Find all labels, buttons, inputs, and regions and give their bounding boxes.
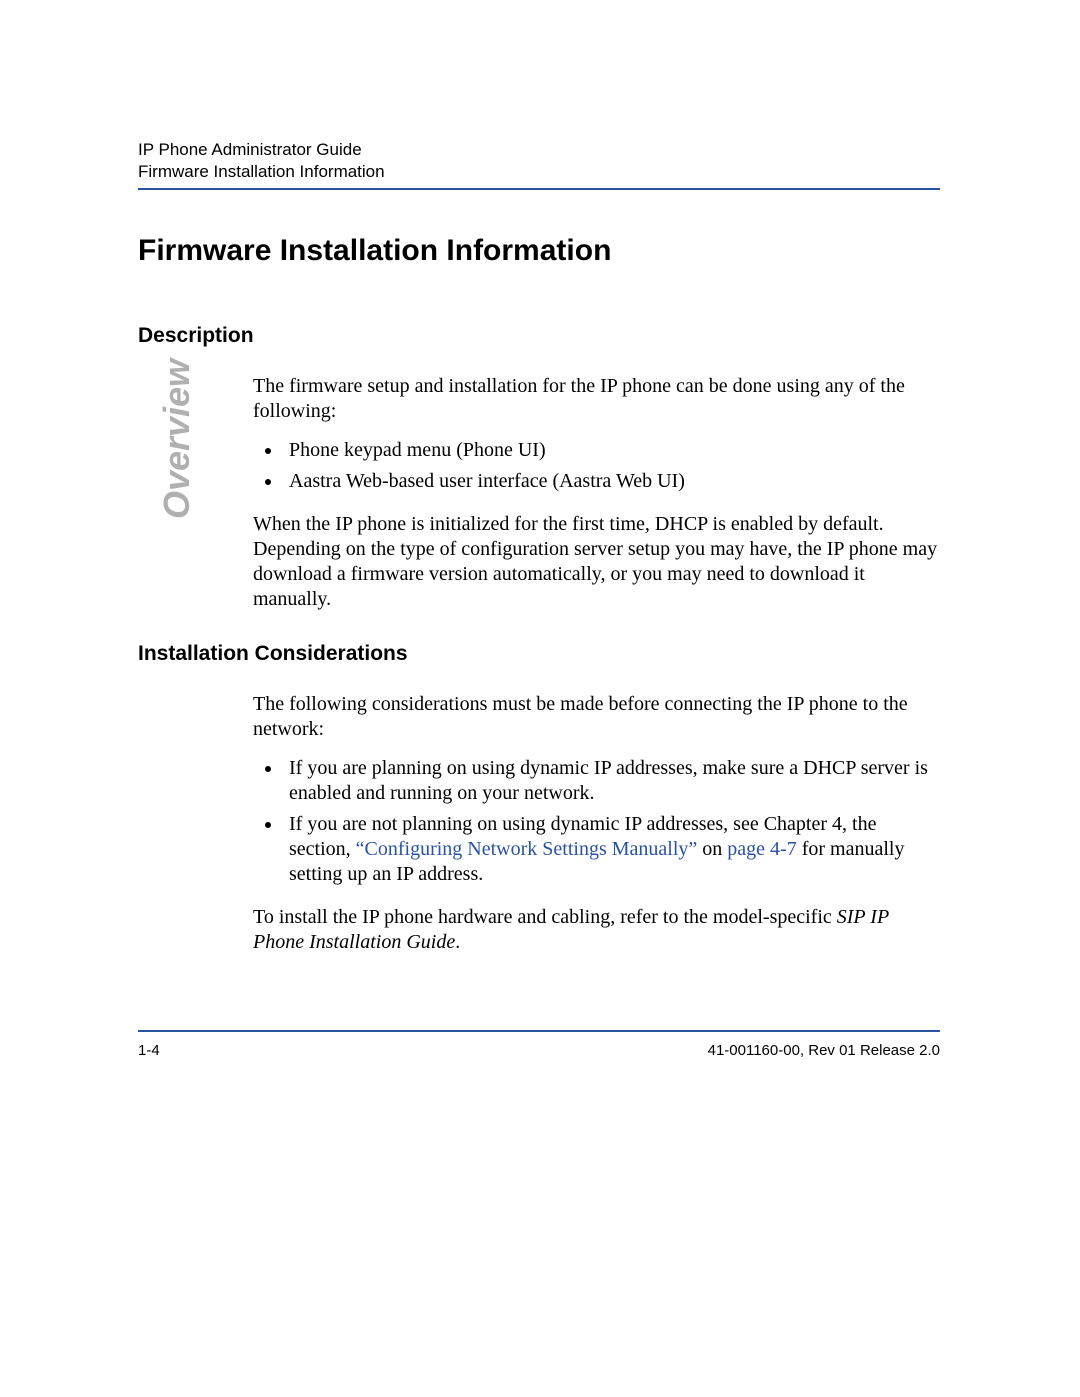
list-item: Aastra Web-based user interface (Aastra … (283, 469, 940, 494)
footer-doc-id: 41-001160-00, Rev 01 Release 2.0 (708, 1042, 940, 1059)
page-content: IP Phone Administrator Guide Firmware In… (138, 140, 940, 969)
section-title-description: Description (138, 324, 940, 348)
list-item: If you are planning on using dynamic IP … (283, 756, 940, 806)
closing-paragraph: To install the IP phone hardware and cab… (253, 905, 940, 955)
description-intro: The firmware setup and installation for … (253, 374, 940, 424)
closing-prefix: To install the IP phone hardware and cab… (253, 906, 837, 928)
considerations-bullets: If you are planning on using dynamic IP … (253, 756, 940, 887)
description-paragraph: When the IP phone is initialized for the… (253, 512, 940, 612)
considerations-intro: The following considerations must be mad… (253, 692, 940, 742)
footer-rule (138, 1030, 940, 1032)
list-item: If you are not planning on using dynamic… (283, 812, 940, 887)
header-rule (138, 188, 940, 190)
footer-page-number: 1-4 (138, 1042, 160, 1059)
running-header-line2: Firmware Installation Information (138, 162, 940, 182)
list-item: Phone keypad menu (Phone UI) (283, 438, 940, 463)
page-reference-link[interactable]: page 4-7 (727, 838, 796, 860)
running-header-line1: IP Phone Administrator Guide (138, 140, 940, 160)
page-footer: 1-4 41-001160-00, Rev 01 Release 2.0 (138, 1042, 940, 1059)
cross-reference-link[interactable]: “Configuring Network Settings Manually” (356, 838, 698, 860)
bullet-text-mid: on (697, 838, 727, 860)
section-title-considerations: Installation Considerations (138, 642, 940, 666)
closing-suffix: . (455, 931, 460, 953)
page-title: Firmware Installation Information (138, 234, 940, 268)
description-bullets: Phone keypad menu (Phone UI) Aastra Web-… (253, 438, 940, 494)
